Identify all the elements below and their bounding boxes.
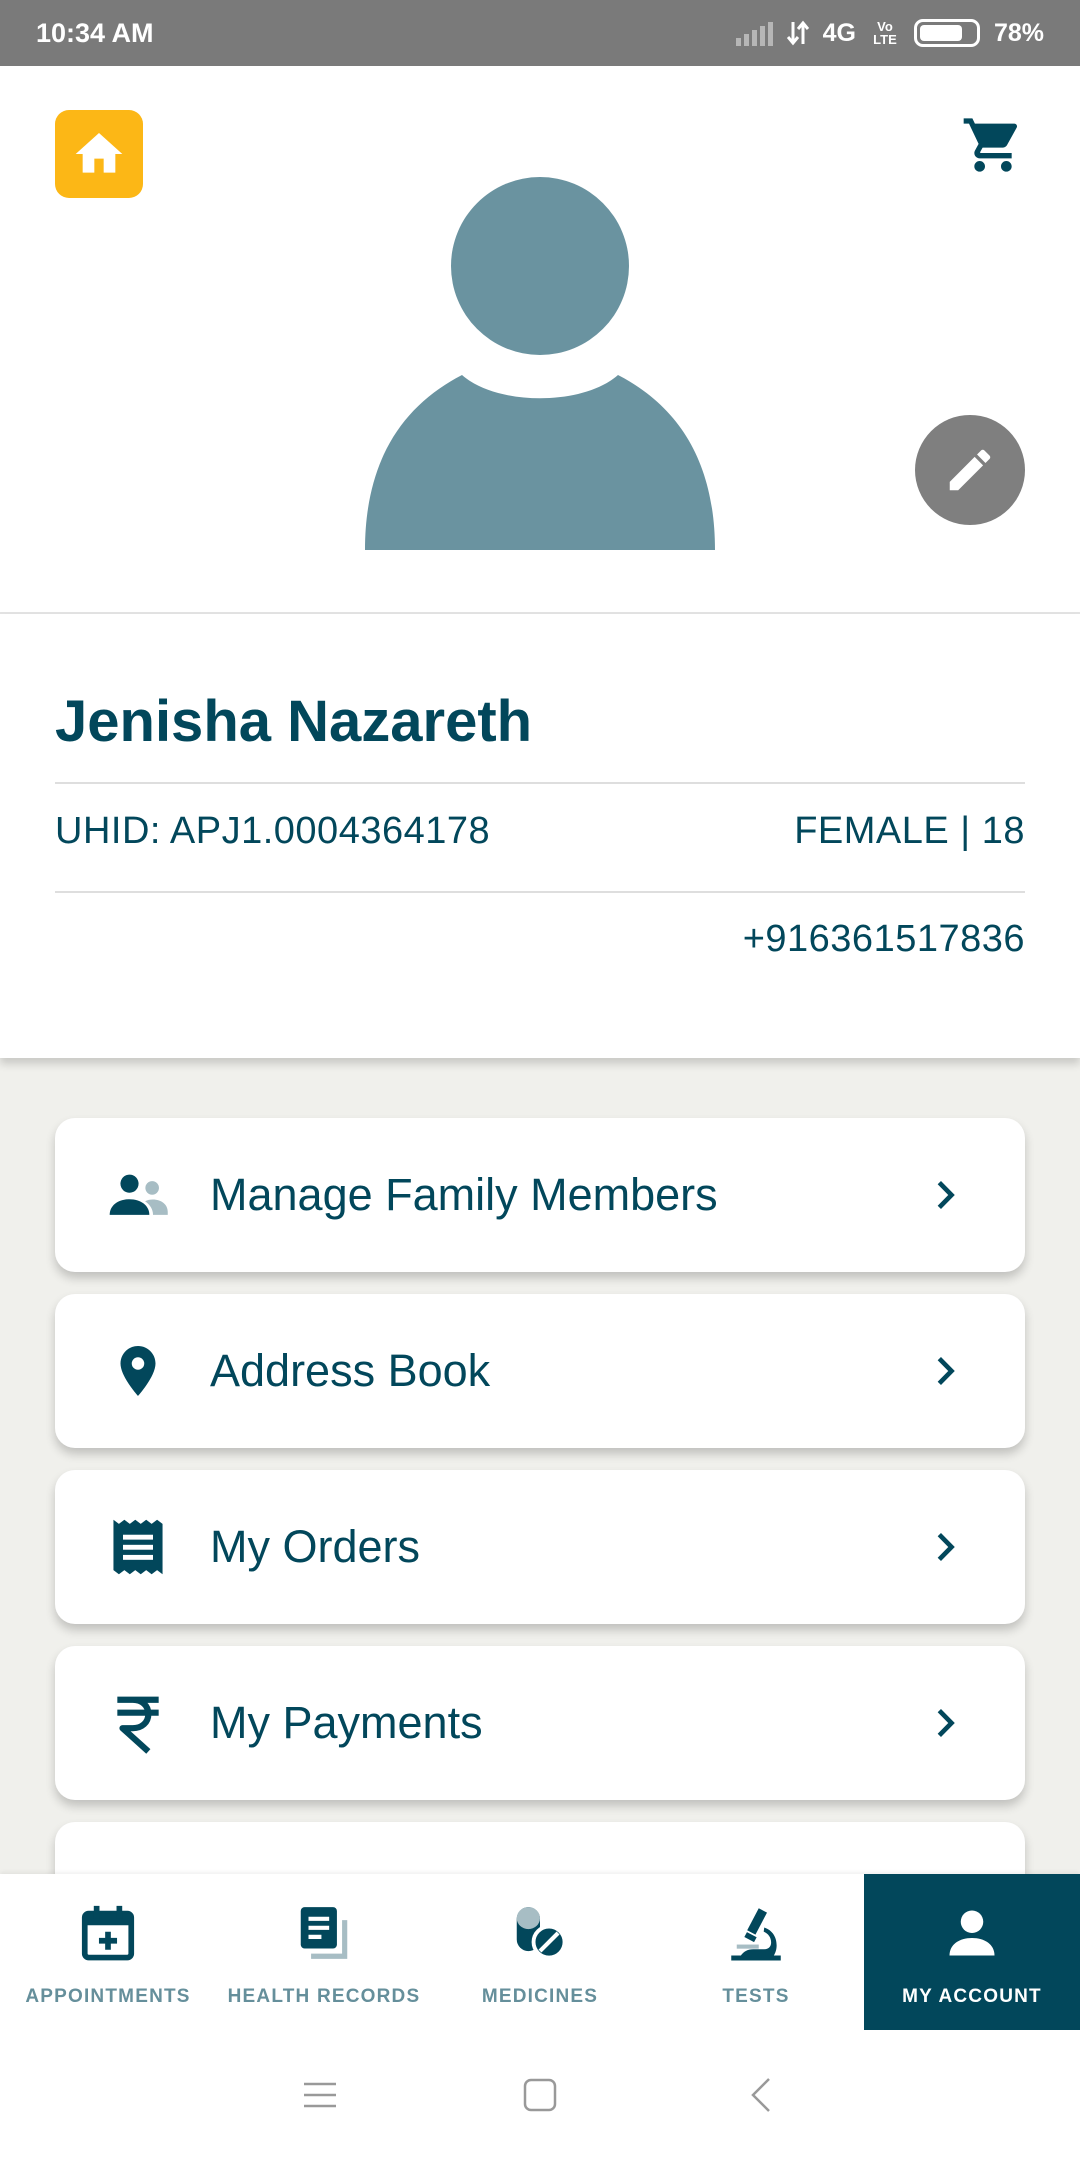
cart-button[interactable]: [958, 110, 1028, 180]
menu-item-manage-family-members[interactable]: Manage Family Members: [55, 1118, 1025, 1272]
tab-appointments[interactable]: APPOINTMENTS: [0, 1874, 216, 2030]
tab-label: MY ACCOUNT: [902, 1986, 1042, 2007]
tab-label: APPOINTMENTS: [25, 1986, 191, 2007]
menu-item-label: Manage Family Members: [210, 1169, 718, 1220]
profile-header: [0, 66, 1080, 614]
bottom-navigation: APPOINTMENTS HEALTH RECORDS MEDICINES TE…: [0, 1874, 1080, 2030]
data-transfer-icon: [786, 20, 809, 46]
home-button[interactable]: [55, 110, 143, 198]
status-time: 10:34 AM: [36, 17, 154, 48]
avatar-placeholder-icon: [365, 177, 715, 550]
divider: [55, 891, 1025, 893]
menu-item-address-book[interactable]: Address Book: [55, 1294, 1025, 1448]
tab-label: MEDICINES: [481, 1986, 599, 2007]
menu-item-my-orders[interactable]: My Orders: [55, 1470, 1025, 1624]
tab-label: TESTS: [722, 1986, 790, 2007]
cart-icon: [963, 118, 1018, 172]
gender-age-text: FEMALE | 18: [794, 810, 1025, 852]
calendar-plus-icon: [73, 1898, 143, 1968]
home-system-button[interactable]: [518, 2073, 562, 2117]
tab-my-account[interactable]: MY ACCOUNT: [864, 1874, 1080, 2030]
status-bar: 10:34 AM 4G Vo LTE 78%: [0, 0, 1080, 66]
hamburger-icon: [304, 2082, 336, 2108]
divider: [55, 782, 1025, 784]
tab-tests[interactable]: TESTS: [648, 1874, 864, 2030]
menu-item-label: Address Book: [210, 1345, 491, 1396]
volte-indicator: Vo LTE: [873, 19, 897, 47]
menu-button[interactable]: [298, 2073, 342, 2117]
pencil-icon: [949, 449, 991, 491]
avatar: [362, 176, 718, 550]
phone-number: +916361517836: [742, 918, 1025, 960]
person-icon: [937, 1898, 1007, 1968]
records-icon: [289, 1898, 359, 1968]
menu-item-label: My Orders: [210, 1521, 421, 1572]
chevron-right-icon: [925, 1175, 965, 1215]
battery-percent: 78%: [993, 18, 1044, 47]
square-icon: [523, 2078, 557, 2112]
tab-medicines[interactable]: MEDICINES: [432, 1874, 648, 2030]
menu-item-label: My Payments: [210, 1697, 483, 1748]
chevron-right-icon: [925, 1351, 965, 1391]
tab-label: HEALTH RECORDS: [227, 1986, 421, 2007]
rupee-icon: [103, 1688, 173, 1758]
tab-health-records[interactable]: HEALTH RECORDS: [216, 1874, 432, 2030]
back-button[interactable]: [738, 2073, 782, 2117]
status-indicators: 4G Vo LTE 78%: [735, 18, 1044, 48]
location-pin-icon: [103, 1336, 173, 1406]
profile-name: Jenisha Nazareth: [55, 689, 533, 754]
battery-icon: [913, 19, 980, 47]
pills-icon: [505, 1898, 575, 1968]
chevron-right-icon: [925, 1703, 965, 1743]
back-arrow-icon: [751, 2078, 770, 2112]
uhid-text: UHID: APJ1.0004364178: [55, 810, 491, 852]
receipt-icon: [103, 1512, 173, 1582]
family-icon: [103, 1160, 173, 1230]
profile-card: Jenisha Nazareth UHID: APJ1.0004364178 F…: [0, 614, 1080, 1058]
signal-icon: [735, 20, 773, 46]
chevron-right-icon: [925, 1527, 965, 1567]
home-icon: [75, 133, 123, 173]
menu-item-my-payments[interactable]: My Payments: [55, 1646, 1025, 1800]
microscope-icon: [721, 1898, 791, 1968]
system-navigation-bar: [0, 2030, 1080, 2160]
edit-profile-button[interactable]: [915, 415, 1025, 525]
network-type: 4G: [822, 18, 856, 47]
